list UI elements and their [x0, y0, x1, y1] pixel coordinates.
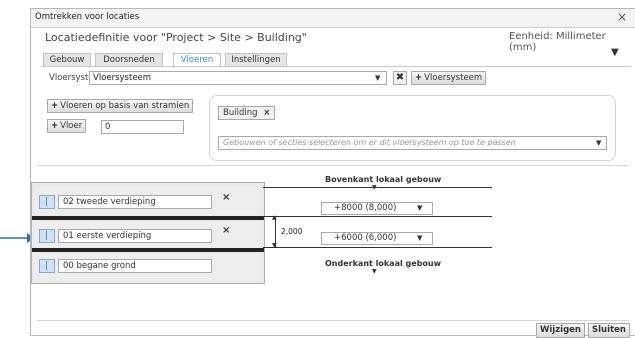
bottom-level-label: Onderkant lokaal gebouw [325, 259, 441, 268]
floor-row: 02 tweede verdieping × [34, 187, 260, 215]
remove-floor-icon[interactable]: × [222, 225, 230, 236]
tab-instellingen[interactable]: Instellingen [225, 53, 287, 67]
dialog-title: Omtrekken voor locaties [35, 12, 140, 22]
floor-plan-icon[interactable] [39, 229, 55, 243]
pointer-arrow-icon [0, 233, 34, 243]
tab-doorsneden[interactable]: Doorsneden [95, 53, 163, 67]
close-icon[interactable]: × [617, 10, 627, 24]
dropdown-arrow-icon[interactable]: ▼ [372, 268, 377, 275]
upper-level-value: +8000 (8,000) [334, 203, 397, 213]
divider [37, 165, 629, 166]
floor-count-input[interactable]: 0 [101, 120, 184, 134]
add-floor-button[interactable]: + Vloer [47, 119, 87, 133]
plus-icon: + [415, 73, 423, 83]
building-chip-label: Building [223, 108, 258, 118]
title-bar: Omtrekken voor locaties × [31, 9, 635, 28]
floor-plan-icon[interactable] [39, 195, 55, 209]
floor-stack: 02 tweede verdieping × 01 eerste verdiep… [31, 182, 265, 284]
plus-icon: + [51, 101, 59, 111]
floor-separator[interactable] [32, 216, 264, 220]
floor-row: 01 eerste verdieping × [34, 221, 260, 249]
level-line [263, 216, 492, 217]
floor-name-input[interactable]: 00 begane grond [58, 259, 212, 273]
floor-height-dimension: 2,000 [281, 227, 303, 236]
remove-floor-icon[interactable]: × [222, 192, 230, 203]
floor-separator[interactable] [32, 248, 264, 252]
page-title: Locatiedefinitie voor "Project > Site > … [45, 31, 307, 44]
dimension-arrow-icon: ▲ [272, 214, 277, 221]
top-level-label: Bovenkant lokaal gebouw [325, 175, 442, 184]
chip-remove-icon[interactable]: × [263, 108, 270, 118]
remove-vloersysteem-button[interactable]: ✖ [393, 71, 407, 85]
lower-level-value: +6000 (6,000) [334, 233, 397, 243]
level-line [263, 247, 492, 248]
dropdown-arrow-icon: ▼ [596, 139, 602, 147]
floor-plan-icon[interactable] [39, 259, 55, 273]
add-vloersysteem-button[interactable]: + Vloersysteem [411, 71, 487, 85]
plus-icon: + [51, 121, 59, 131]
tab-divider [41, 66, 631, 67]
floor-name-input[interactable]: 02 tweede verdieping [58, 195, 212, 209]
floor-row: 00 begane grond [34, 253, 260, 281]
building-selection-panel: Building × Gebouwen of secties selectere… [209, 95, 616, 161]
close-button[interactable]: Sluiten [588, 323, 630, 338]
lower-level-select[interactable]: +6000 (6,000) ▼ [321, 232, 433, 245]
dropdown-arrow-icon: ▼ [417, 204, 423, 212]
building-select-placeholder: Gebouwen of secties selecteren om er dit… [223, 138, 516, 147]
dropdown-arrow-icon: ▼ [417, 234, 423, 242]
add-vloersysteem-label: Vloersysteem [424, 73, 483, 83]
location-outlines-dialog: Omtrekken voor locaties × Locatiedefinit… [30, 8, 635, 338]
add-floor-label: Vloer [60, 121, 83, 131]
floor-name-input[interactable]: 01 eerste verdieping [58, 229, 212, 243]
building-chip[interactable]: Building × [218, 106, 276, 120]
apply-button[interactable]: Wijzigen [536, 323, 585, 338]
building-select[interactable]: Gebouwen of secties selecteren om er dit… [218, 136, 607, 150]
floors-from-grid-label: Vloeren op basis van stramien [60, 101, 190, 111]
menu-arrow-icon[interactable]: ▼ [611, 47, 619, 58]
level-line [263, 187, 492, 188]
footer-divider [37, 320, 629, 321]
tab-gebouw[interactable]: Gebouw [43, 53, 91, 67]
floors-from-grid-button[interactable]: + Vloeren op basis van stramien [47, 99, 194, 113]
vloersysteem-select[interactable]: Vloersysteem ▼ [89, 71, 387, 85]
dropdown-arrow-icon: ▼ [375, 74, 381, 82]
vloersysteem-value: Vloersysteem [93, 73, 152, 83]
upper-level-select[interactable]: +8000 (8,000) ▼ [321, 202, 433, 215]
